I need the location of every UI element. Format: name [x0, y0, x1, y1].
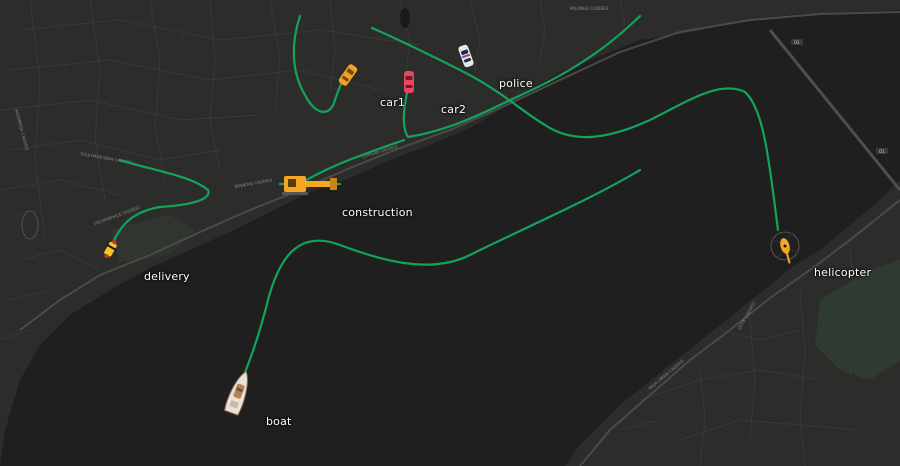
- vehicle-label-helicopter: helicopter: [814, 266, 872, 279]
- vehicle-label-police: police: [499, 77, 533, 90]
- road-shield-label: O1: [879, 149, 885, 154]
- vehicle-label-car1: car1: [380, 96, 406, 109]
- red-car-icon[interactable]: [404, 71, 414, 93]
- vehicle-label-construction: construction: [342, 206, 413, 219]
- map-view[interactable]: PALANGA CADDESİ ÇIRAĞAN CADDESİ BEŞİKTAŞ…: [0, 0, 900, 466]
- vehicle-label-car2: car2: [441, 103, 467, 116]
- road-shield-label: O1: [794, 40, 800, 45]
- street-label: PALANGA CADDESİ: [570, 6, 608, 11]
- pond: [400, 8, 410, 28]
- vehicle-label-delivery: delivery: [144, 270, 190, 283]
- map-canvas[interactable]: PALANGA CADDESİ ÇIRAĞAN CADDESİ BEŞİKTAŞ…: [0, 0, 900, 466]
- vehicle-label-boat: boat: [266, 415, 292, 428]
